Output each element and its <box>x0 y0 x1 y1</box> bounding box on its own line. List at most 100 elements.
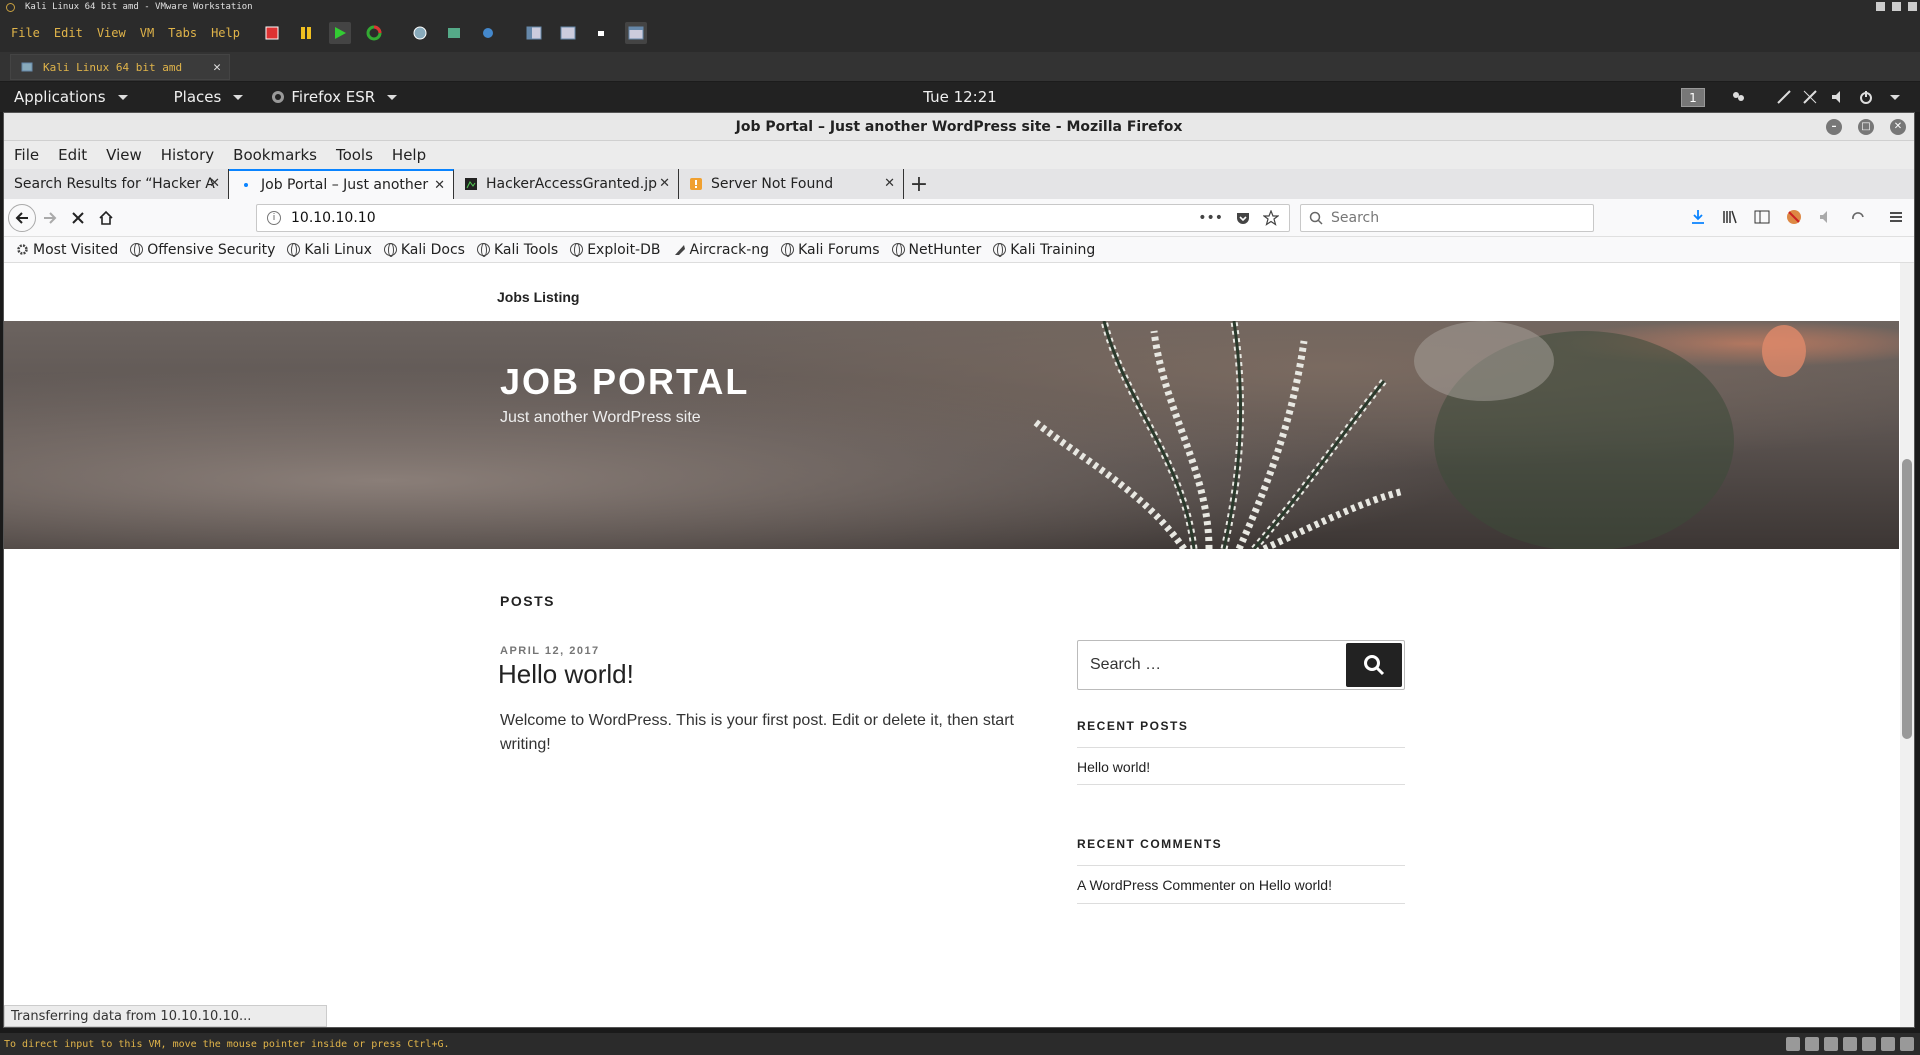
stop-loading-button[interactable] <box>64 204 92 232</box>
star-icon[interactable] <box>1263 210 1279 226</box>
vmware-vm-tab[interactable]: Kali Linux 64 bit amd ✕ <box>10 54 230 80</box>
vm-menu-file[interactable]: File <box>4 26 47 40</box>
close-tab-icon[interactable]: ✕ <box>884 176 895 191</box>
bookmark-kali-tools[interactable]: Kali Tools <box>476 242 558 258</box>
applications-menu[interactable]: Applications <box>0 88 142 106</box>
library-icon[interactable] <box>1722 209 1738 225</box>
close-tab-icon[interactable]: ✕ <box>213 60 221 75</box>
url-bar[interactable]: i 10.10.10.10 ••• <box>256 204 1290 232</box>
bookmark-nethunter[interactable]: NetHunter <box>891 242 981 258</box>
menu-bookmarks[interactable]: Bookmarks <box>233 146 317 164</box>
power-off-icon[interactable] <box>261 22 283 44</box>
tab-hacker-access-granted[interactable]: HackerAccessGranted.jp ✕ <box>454 169 679 199</box>
sidebar-search-button[interactable] <box>1346 643 1402 687</box>
comment-post-link[interactable]: Hello world! <box>1259 877 1332 893</box>
maximize-icon[interactable] <box>1892 2 1901 11</box>
minimize-icon[interactable] <box>1876 2 1885 11</box>
tab-search-results[interactable]: Search Results for “Hacker A ✕ <box>4 169 229 199</box>
vm-menu-view[interactable]: View <box>90 26 133 40</box>
sidebar-icon[interactable] <box>1754 209 1770 225</box>
bookmark-exploit-db[interactable]: Exploit-DB <box>570 242 661 258</box>
close-icon[interactable] <box>1908 2 1917 11</box>
new-tab-button[interactable]: + <box>904 169 934 199</box>
home-button[interactable] <box>92 204 120 232</box>
search-bar[interactable]: Search <box>1300 204 1594 232</box>
view-unity-icon[interactable] <box>591 22 613 44</box>
tab-label: Search Results for “Hacker A <box>14 176 215 192</box>
site-title[interactable]: JOB PORTAL <box>500 361 749 403</box>
message-icon[interactable] <box>1900 1037 1914 1051</box>
sound-icon[interactable] <box>1862 1037 1876 1051</box>
menu-tools[interactable]: Tools <box>336 146 373 164</box>
clock[interactable]: Tue 12:21 <box>923 88 997 106</box>
sync-icon[interactable] <box>1850 209 1866 225</box>
tab-job-portal[interactable]: Job Portal – Just another ✕ <box>229 169 454 199</box>
cdrom-icon[interactable] <box>1805 1037 1819 1051</box>
network-icon[interactable] <box>1776 89 1792 105</box>
pause-icon[interactable] <box>295 22 317 44</box>
hamburger-menu-icon[interactable] <box>1888 209 1904 225</box>
people-icon[interactable] <box>1730 89 1746 105</box>
back-button[interactable] <box>8 203 36 232</box>
mute-icon[interactable] <box>1818 209 1834 225</box>
sidebar-search-input[interactable]: Search … <box>1090 656 1161 674</box>
forward-button[interactable] <box>36 204 64 232</box>
hdd-icon[interactable] <box>1786 1037 1800 1051</box>
download-icon[interactable] <box>1690 209 1706 225</box>
close-tab-icon[interactable]: ✕ <box>209 176 220 191</box>
menu-history[interactable]: History <box>161 146 214 164</box>
vm-menu-edit[interactable]: Edit <box>47 26 90 40</box>
close-tab-icon[interactable]: ✕ <box>434 178 445 193</box>
maximize-icon[interactable]: □ <box>1858 119 1874 135</box>
view-library-icon[interactable] <box>523 22 545 44</box>
post-date[interactable]: APRIL 12, 2017 <box>500 645 600 657</box>
menu-edit[interactable]: Edit <box>58 146 87 164</box>
vm-menu-tabs[interactable]: Tabs <box>161 26 204 40</box>
usb-icon[interactable] <box>1843 1037 1857 1051</box>
places-menu[interactable]: Places <box>160 88 258 106</box>
vm-menu-help[interactable]: Help <box>204 26 247 40</box>
page-scrollbar[interactable] <box>1900 263 1914 1027</box>
vm-menu-vm[interactable]: VM <box>133 26 161 40</box>
scrollbar-thumb[interactable] <box>1902 459 1912 739</box>
bookmark-label: Kali Linux <box>304 241 372 258</box>
play-icon[interactable] <box>328 22 351 44</box>
bookmark-most-visited[interactable]: Most Visited <box>16 242 118 258</box>
power-icon[interactable] <box>1858 89 1874 105</box>
network-adapter-icon[interactable] <box>1824 1037 1838 1051</box>
pocket-icon[interactable] <box>1235 210 1251 226</box>
menu-view[interactable]: View <box>106 146 142 164</box>
close-tab-icon[interactable]: ✕ <box>659 176 670 191</box>
menu-file[interactable]: File <box>14 146 39 164</box>
minimize-icon[interactable]: – <box>1826 119 1842 135</box>
reset-icon[interactable] <box>363 22 385 44</box>
view-console-icon[interactable] <box>624 22 647 44</box>
revert-snapshot-icon[interactable] <box>443 22 465 44</box>
nav-link-jobs-listing[interactable]: Jobs Listing <box>497 289 579 305</box>
bookmark-kali-docs[interactable]: Kali Docs <box>383 242 465 258</box>
volume-icon[interactable] <box>1830 89 1846 105</box>
workspace-indicator[interactable]: 1 <box>1681 88 1705 107</box>
bookmark-kali-linux[interactable]: Kali Linux <box>287 241 372 258</box>
view-fullscreen-icon[interactable] <box>557 22 579 44</box>
network-off-icon[interactable] <box>1802 89 1818 105</box>
bookmark-kali-forums[interactable]: Kali Forums <box>781 242 880 258</box>
display-icon[interactable] <box>1881 1037 1895 1051</box>
bookmark-kali-training[interactable]: Kali Training <box>993 242 1095 258</box>
firefox-app-menu[interactable]: Firefox ESR <box>257 88 411 106</box>
close-icon[interactable]: ✕ <box>1890 119 1906 135</box>
bookmark-offensive-security[interactable]: Offensive Security <box>130 242 275 258</box>
noscript-icon[interactable] <box>1786 209 1802 225</box>
snapshot-manager-icon[interactable] <box>477 22 499 44</box>
snapshot-icon[interactable] <box>409 22 431 44</box>
chevron-down-icon[interactable] <box>1890 95 1900 100</box>
post-title[interactable]: Hello world! <box>498 659 634 690</box>
tab-server-not-found[interactable]: Server Not Found ✕ <box>679 169 904 199</box>
bookmark-aircrack-ng[interactable]: Aircrack-ng <box>673 242 769 258</box>
recent-post-link[interactable]: Hello world! <box>1077 759 1150 775</box>
page-actions-icon[interactable]: ••• <box>1198 210 1223 226</box>
comment-author-link[interactable]: A WordPress Commenter <box>1077 877 1235 893</box>
info-icon[interactable]: i <box>267 211 281 225</box>
image-file-icon <box>465 178 477 190</box>
menu-help[interactable]: Help <box>392 146 426 164</box>
